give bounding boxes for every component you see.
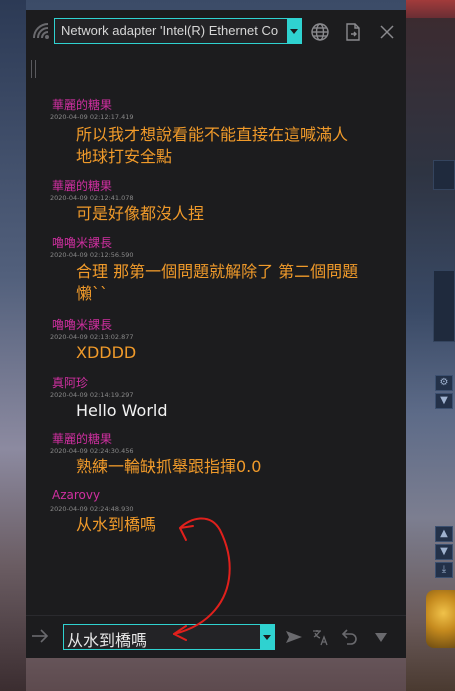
- dropdown-icon[interactable]: [371, 628, 391, 646]
- message-line: 懶``: [76, 284, 109, 303]
- arrow-right-icon[interactable]: [30, 628, 50, 644]
- export-icon[interactable]: [343, 22, 363, 42]
- message-timestamp: 2020-04-09 02:13:02.877: [50, 333, 134, 341]
- message-line: 所以我才想說看能不能直接在這喊滿人: [76, 125, 349, 144]
- message-sender: 華麗的糖果: [52, 179, 113, 193]
- message-line: 从水到橋嗎: [76, 515, 157, 534]
- game-medal-icon: [426, 590, 455, 648]
- message-line: 熟練一輪缺抓舉跟指揮0.0: [76, 457, 262, 476]
- side-scroll-up-icon[interactable]: ▲: [435, 526, 453, 542]
- background-right: [406, 0, 455, 691]
- translate-icon[interactable]: [311, 628, 331, 646]
- chat-window: Network adapter 'Intel(R) Ethernet Co 華麗…: [26, 10, 406, 658]
- side-toolbar-top[interactable]: [433, 160, 455, 190]
- input-toolbar: 从水到橋嗎: [26, 615, 406, 658]
- side-scroll-bottom-icon[interactable]: ⤓: [435, 562, 453, 578]
- message-body: 熟練一輪缺抓舉跟指揮0.0: [76, 456, 394, 478]
- background-accent: [406, 0, 455, 18]
- message-body: 所以我才想說看能不能直接在這喊滿人 地球打安全點: [76, 124, 394, 168]
- drag-handle[interactable]: [31, 60, 37, 78]
- side-settings-icon[interactable]: ⚙: [435, 375, 453, 391]
- message-input-value: 从水到橋嗎: [67, 631, 148, 650]
- wifi-icon: [33, 23, 49, 39]
- message-timestamp: 2020-04-09 02:24:48.930: [50, 505, 134, 513]
- message-input[interactable]: 从水到橋嗎: [63, 624, 275, 650]
- message-sender: 真阿珍: [52, 376, 89, 390]
- side-filter-icon[interactable]: ▼: [435, 393, 453, 409]
- message-line: 可是好像都沒人捏: [76, 204, 205, 223]
- side-scroll-down-icon[interactable]: ▼: [435, 544, 453, 560]
- message-timestamp: 2020-04-09 02:12:41.078: [50, 194, 134, 202]
- top-toolbar: Network adapter 'Intel(R) Ethernet Co: [26, 10, 406, 55]
- message-body: XDDDD: [76, 342, 394, 364]
- adapter-select-value: Network adapter 'Intel(R) Ethernet Co: [61, 23, 279, 38]
- message-sender: Azarovy: [52, 488, 101, 502]
- message-body: Hello World: [76, 400, 394, 422]
- network-adapter-select[interactable]: Network adapter 'Intel(R) Ethernet Co: [54, 18, 302, 44]
- message-timestamp: 2020-04-09 02:12:17.419: [50, 113, 134, 121]
- message-sender: 嚕嚕米課長: [52, 236, 113, 250]
- message-line: 合理 那第一個問題就解除了 第二個問題: [76, 262, 359, 281]
- side-toolbar-mid[interactable]: [433, 270, 455, 342]
- message-timestamp: 2020-04-09 02:24:30.456: [50, 447, 134, 455]
- message-list: 華麗的糖果 2020-04-09 02:12:17.419 所以我才想說看能不能…: [26, 94, 406, 614]
- undo-icon[interactable]: [339, 628, 359, 646]
- message-line: Hello World: [76, 401, 168, 420]
- chevron-down-icon[interactable]: [287, 19, 301, 43]
- message-sender: 華麗的糖果: [52, 432, 113, 446]
- message-body: 可是好像都沒人捏: [76, 203, 394, 225]
- message-sender: 華麗的糖果: [52, 98, 113, 112]
- message-body: 从水到橋嗎: [76, 514, 394, 536]
- message-timestamp: 2020-04-09 02:12:56.590: [50, 251, 134, 259]
- chevron-down-icon[interactable]: [260, 625, 274, 649]
- send-icon[interactable]: [284, 628, 304, 646]
- message-sender: 嚕嚕米課長: [52, 318, 113, 332]
- message-line: XDDDD: [76, 343, 137, 362]
- message-timestamp: 2020-04-09 02:14:19.297: [50, 391, 134, 399]
- message-line: 地球打安全點: [76, 147, 173, 166]
- close-icon[interactable]: [377, 22, 397, 42]
- message-body: 合理 那第一個問題就解除了 第二個問題 懶``: [76, 261, 394, 305]
- globe-icon[interactable]: [310, 22, 330, 42]
- background-left: [0, 0, 26, 691]
